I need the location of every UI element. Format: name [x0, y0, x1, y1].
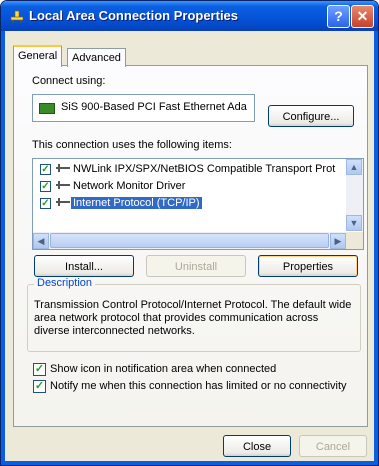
- adapter-name: SiS 900-Based PCI Fast Ethernet Ada: [61, 101, 247, 113]
- show-icon-label[interactable]: Show icon in notification area when conn…: [50, 363, 276, 375]
- item-checkbox[interactable]: ✓: [40, 181, 51, 192]
- scroll-thumb[interactable]: [50, 233, 329, 248]
- window-title: Local Area Connection Properties: [29, 8, 239, 23]
- scroll-right-icon[interactable]: ▶: [330, 233, 346, 249]
- scroll-up-icon[interactable]: ▲: [346, 159, 362, 175]
- window-frame-bottom: [1, 461, 378, 465]
- protocol-icon: [56, 181, 70, 191]
- protocol-icon: [56, 198, 70, 208]
- install-button[interactable]: Install...: [34, 255, 134, 277]
- properties-button[interactable]: Properties: [258, 255, 358, 277]
- protocol-icon: [56, 164, 70, 174]
- connect-using-label: Connect using:: [32, 75, 106, 87]
- item-checkbox[interactable]: ✓: [40, 198, 51, 209]
- item-checkbox[interactable]: ✓: [40, 164, 51, 175]
- list-item[interactable]: ✓ Network Monitor Driver: [37, 179, 347, 195]
- components-list[interactable]: ✓ NWLink IPX/SPX/NetBIOS Compatible Tran…: [32, 158, 364, 250]
- title-bar[interactable]: Local Area Connection Properties ? ✕: [1, 1, 378, 31]
- scrollbar-corner: [346, 232, 363, 249]
- close-button[interactable]: Close: [223, 435, 291, 457]
- tab-advanced[interactable]: Advanced: [67, 48, 126, 67]
- description-legend: Description: [34, 277, 96, 289]
- description-text: Transmission Control Protocol/Internet P…: [34, 299, 352, 337]
- cancel-button[interactable]: Cancel: [299, 435, 367, 457]
- show-icon-checkbox[interactable]: ✓: [33, 363, 46, 376]
- scroll-left-icon[interactable]: ◀: [33, 233, 49, 249]
- tab-general[interactable]: General: [13, 45, 63, 67]
- network-connection-icon: [10, 10, 24, 23]
- uninstall-button[interactable]: Uninstall: [146, 255, 246, 277]
- item-label: Network Monitor Driver: [73, 180, 186, 192]
- close-window-button[interactable]: ✕: [351, 5, 374, 28]
- horizontal-scrollbar[interactable]: ◀ ▶: [33, 232, 346, 249]
- components-label: This connection uses the following items…: [32, 139, 232, 151]
- adapter-field: SiS 900-Based PCI Fast Ethernet Ada: [32, 94, 255, 122]
- notify-label[interactable]: Notify me when this connection has limit…: [50, 380, 347, 392]
- list-item[interactable]: ✓ NWLink IPX/SPX/NetBIOS Compatible Tran…: [37, 162, 347, 178]
- window-frame-left: [1, 31, 5, 465]
- help-button[interactable]: ?: [327, 5, 350, 28]
- window-frame-right: [374, 31, 378, 465]
- properties-dialog: Local Area Connection Properties ? ✕ Gen…: [0, 0, 379, 466]
- item-label: Internet Protocol (TCP/IP): [70, 196, 203, 210]
- scroll-down-icon[interactable]: ▼: [346, 215, 362, 231]
- network-adapter-icon: [39, 103, 55, 114]
- configure-button[interactable]: Configure...: [268, 105, 354, 127]
- list-item-selected[interactable]: ✓ Internet Protocol (TCP/IP): [37, 196, 347, 212]
- vertical-scrollbar[interactable]: ▲ ▼: [346, 159, 363, 231]
- item-label: NWLink IPX/SPX/NetBIOS Compatible Transp…: [73, 163, 336, 175]
- notify-checkbox[interactable]: ✓: [33, 380, 46, 393]
